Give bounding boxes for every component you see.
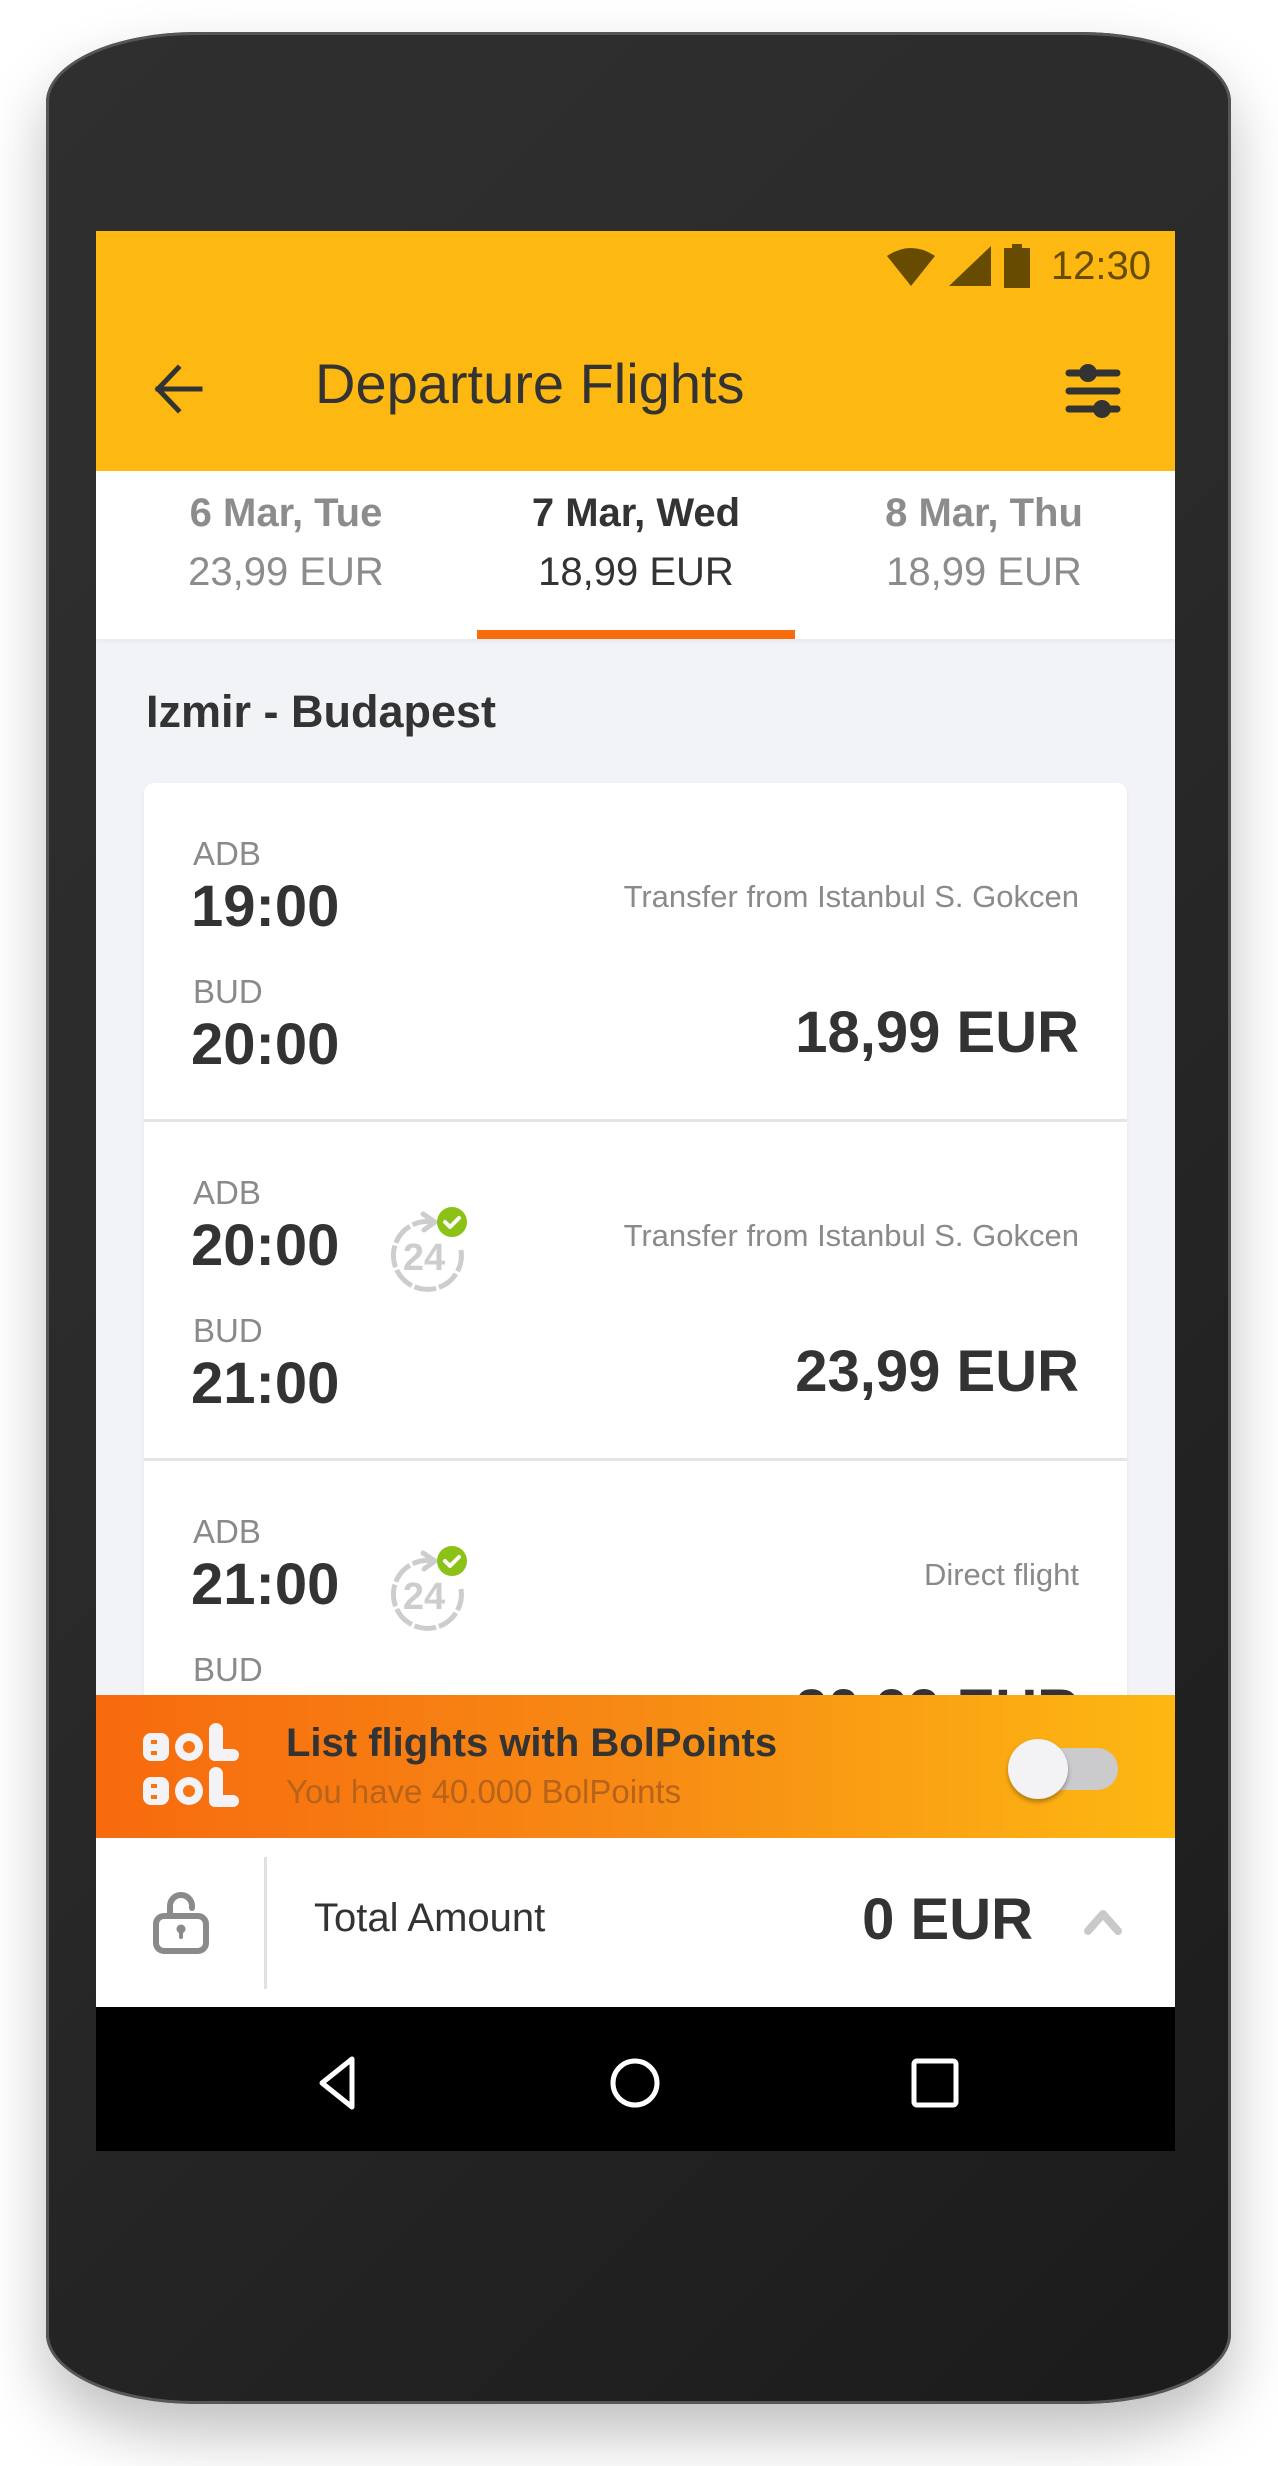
total-label: Total Amount [314,1896,546,1940]
arrival-code: BUD [193,973,263,1010]
page-title: Departure Flights [315,352,745,415]
divider [264,1857,267,1989]
24h-check-icon: 24 [390,1546,467,1631]
tab-date-prev[interactable]: 6 Mar, Tue 23,99 EUR [121,471,451,639]
tab-date-next[interactable]: 8 Mar, Thu 18,99 EUR [819,471,1149,639]
tab-date: 6 Mar, Tue [189,491,383,535]
toggle-knob [1008,1739,1068,1799]
tab-date-selected[interactable]: 7 Mar, Wed 18,99 EUR [471,471,801,639]
bolpoints-toggle[interactable] [1008,1737,1120,1801]
total-value: 0 EUR [862,1887,1033,1952]
wifi-icon [886,248,935,286]
badge-24-text: 24 [403,1576,445,1618]
signal-icon [948,246,991,286]
chevron-up-icon [1084,1910,1122,1935]
tab-date: 8 Mar, Thu [885,491,1083,535]
flight-note: Direct flight [923,1557,1079,1592]
nav-back-button[interactable] [304,2047,374,2117]
departure-time: 20:00 [191,1213,340,1278]
flight-note: Transfer from Istanbul S. Gokcen [623,1218,1079,1253]
app-bar: 12:30 Departure Flights [96,231,1175,471]
tab-price: 18,99 EUR [886,550,1082,594]
status-bar: 12:30 [885,241,1151,291]
bolpoints-balance: You have 40.000 BolPoints [286,1773,682,1810]
tab-price: 18,99 EUR [538,550,734,594]
flight-list: ADB 19:00 BUD 20:00 Transfer from Istanb… [144,783,1127,1800]
lock-button[interactable] [153,1892,209,1954]
nav-home-button[interactable] [600,2047,670,2117]
tab-indicator [477,630,795,639]
bolpoints-banner: List flights with BolPoints You have 40.… [96,1695,1175,1838]
flight-card[interactable]: ADB 20:00 24 BUD 21:00 Transfer from Ist… [144,1122,1127,1461]
badge-24-text: 24 [403,1237,445,1279]
flight-price: 23,99 EUR [795,1339,1079,1404]
arrow-left-icon [154,364,203,414]
departure-code: ADB [193,1513,261,1550]
back-button[interactable] [152,359,212,419]
app-screen: 12:30 Departure Flights 6 Mar, Tue 23,99 [96,231,1175,2151]
arrival-time: 20:00 [191,1012,340,1077]
recents-nav-icon [911,2058,959,2108]
arrival-time: 21:00 [191,1351,340,1416]
bolbol-logo [143,1723,239,1807]
24h-check-icon: 24 [390,1207,467,1292]
flight-card[interactable]: ADB 19:00 BUD 20:00 Transfer from Istanb… [144,783,1127,1122]
total-bar: Total Amount 0 EUR [96,1838,1175,2007]
arrival-code: BUD [193,1651,263,1688]
departure-time: 19:00 [191,874,340,939]
departure-code: ADB [193,1174,261,1211]
status-time: 12:30 [1050,243,1151,288]
lock-open-icon [153,1892,209,1954]
date-tabs: 6 Mar, Tue 23,99 EUR 7 Mar, Wed 18,99 EU… [96,471,1175,639]
back-nav-icon [319,2056,355,2110]
tab-date: 7 Mar, Wed [531,491,741,535]
flight-note: Transfer from Istanbul S. Gokcen [623,879,1079,914]
bolpoints-title: List flights with BolPoints [286,1721,778,1765]
home-nav-icon [610,2058,660,2108]
battery-icon [1003,244,1030,288]
route-heading: Izmir - Budapest [146,686,497,737]
departure-time: 21:00 [191,1552,340,1617]
tab-price: 23,99 EUR [188,550,384,594]
arrival-code: BUD [193,1312,263,1349]
sliders-icon [1065,364,1121,418]
flight-price: 18,99 EUR [795,1000,1079,1065]
departure-code: ADB [193,835,261,872]
system-nav-bar [96,2007,1175,2151]
expand-button[interactable] [1083,1906,1123,1936]
filter-button[interactable] [1063,363,1123,419]
nav-recents-button[interactable] [900,2047,970,2117]
